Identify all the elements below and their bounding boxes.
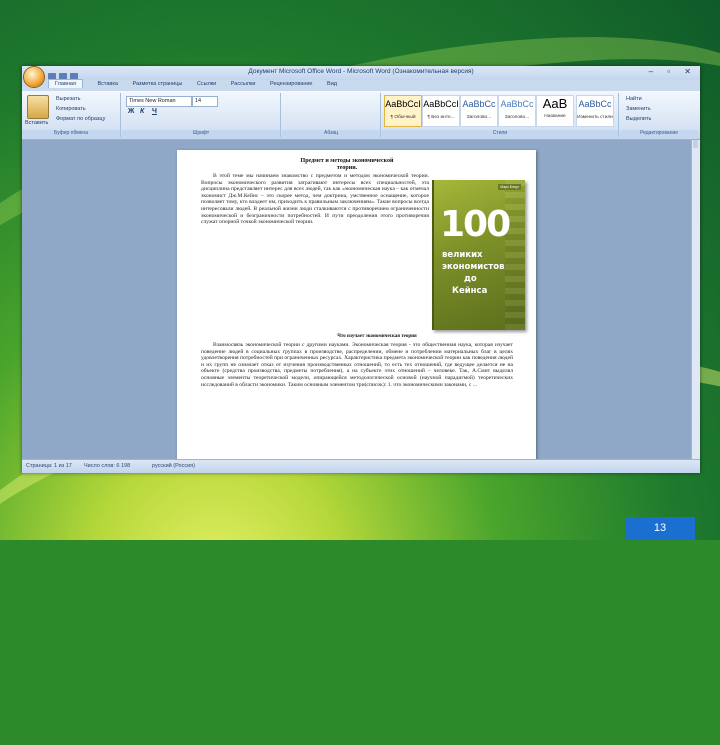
status-bar: Страница: 1 из 17 Число слов: 6 198 русс…	[22, 459, 700, 473]
styles-group-label: Стили	[382, 130, 618, 137]
book-title-line2: экономистов	[442, 262, 505, 272]
vertical-scrollbar[interactable]	[691, 140, 700, 460]
font-group: Times New Roman 14 Ж К Ч Шрифт	[122, 93, 281, 137]
ribbon: Вставить Вырезать Копировать Формат по о…	[22, 91, 700, 140]
editing-group: Найти Заменить Выделить Редактирование	[620, 93, 698, 137]
paragraph-1: В этой теме мы начинаем знакомство с пре…	[201, 173, 429, 226]
section-title-cont: теории.	[336, 165, 358, 171]
change-styles-button[interactable]: AaBbCc Изменить стили	[576, 95, 614, 127]
page-count[interactable]: Страница: 1 из 17	[26, 463, 72, 469]
paragraph-group-label: Абзац	[282, 130, 380, 137]
title-bar: Документ Microsoft Office Word - Microso…	[22, 66, 700, 81]
book-number: 100	[440, 204, 511, 245]
tab-insert[interactable]: Вставка	[97, 81, 117, 87]
book-title-line1: великих	[442, 250, 483, 260]
word-window: Документ Microsoft Office Word - Microso…	[22, 66, 700, 473]
window-controls[interactable]: – ▫ ✕	[649, 67, 697, 76]
font-group-label: Шрифт	[122, 130, 280, 137]
find-button[interactable]: Найти	[626, 96, 642, 102]
style-normal[interactable]: AaBbCcI ¶ Обычный	[384, 95, 422, 127]
window-title: Документ Microsoft Office Word - Microso…	[248, 68, 474, 75]
replace-button[interactable]: Заменить	[626, 106, 651, 112]
paragraph-group: Абзац	[282, 93, 381, 137]
style-name: Название	[544, 114, 566, 119]
slide-number: 13	[625, 517, 695, 540]
underline-button[interactable]: Ч	[152, 108, 157, 115]
styles-group: AaBbCcI ¶ Обычный AaBbCcI ¶ Без инте... Aa…	[382, 93, 619, 137]
style-heading-2[interactable]: AaBbCc Заголово...	[498, 95, 536, 127]
style-heading-1[interactable]: AaBbCc Заголово...	[460, 95, 498, 127]
subsection-title: Что изучает экономическая теория	[337, 334, 417, 339]
font-name-box[interactable]: Times New Roman	[126, 96, 192, 107]
paste-button[interactable]	[27, 95, 49, 119]
style-sample: AaBbCcI	[423, 99, 459, 109]
paste-label[interactable]: Вставить	[25, 120, 48, 126]
style-sample: AaBbCc	[500, 99, 534, 109]
clipboard-group-label: Буфер обмена	[22, 130, 120, 137]
cut-button[interactable]: Вырезать	[56, 96, 80, 102]
style-sample: AaBbCc	[578, 99, 612, 109]
book-texture	[505, 180, 525, 330]
tab-page-layout[interactable]: Разметка страницы	[132, 81, 182, 87]
style-sample: AaB	[542, 96, 568, 111]
tab-mailings[interactable]: Рассылки	[231, 81, 256, 87]
style-sample: AaBbCcI	[385, 99, 421, 109]
tab-references[interactable]: Ссылки	[197, 81, 216, 87]
style-name: Заголово...	[504, 115, 530, 120]
paragraph-2: Взаимосвязь экономической теории с други…	[201, 342, 513, 388]
style-name: ¶ Обычный	[390, 115, 416, 120]
ruler-toggle[interactable]	[693, 140, 698, 148]
style-name: Заголово...	[466, 115, 492, 120]
language-indicator[interactable]: русский (Россия)	[152, 463, 195, 469]
ribbon-tabs: Главная Вставка Разметка страницы Ссылки…	[48, 79, 350, 91]
style-title[interactable]: AaB Название	[536, 95, 574, 127]
office-button[interactable]	[24, 67, 44, 87]
font-size-box[interactable]: 14	[192, 96, 218, 107]
style-no-spacing[interactable]: AaBbCcI ¶ Без инте...	[422, 95, 460, 127]
style-name: ¶ Без инте...	[427, 115, 455, 120]
editing-group-label: Редактирование	[620, 130, 698, 137]
section-title: Предмет и методы экономической	[300, 158, 394, 164]
book-author: Марк Блауг	[498, 184, 521, 190]
tab-review[interactable]: Рецензирование	[270, 81, 312, 87]
select-button[interactable]: Выделить	[626, 116, 651, 122]
format-painter-button[interactable]: Формат по образцу	[56, 116, 105, 122]
book-title-line3: до	[464, 274, 477, 284]
style-sample: AaBbCc	[462, 99, 496, 109]
document-area[interactable]: Предмет и методы экономической теории. В…	[22, 140, 692, 460]
bold-button[interactable]: Ж	[128, 108, 134, 115]
book-cover-image: Марк Блауг 100 великих экономистов до Ке…	[432, 180, 525, 330]
tab-home[interactable]: Главная	[48, 79, 83, 88]
word-count[interactable]: Число слов: 6 198	[84, 463, 130, 469]
style-name: Изменить стили	[577, 115, 613, 120]
tab-view[interactable]: Вид	[327, 81, 337, 87]
copy-button[interactable]: Копировать	[56, 106, 86, 112]
document-page[interactable]: Предмет и методы экономической теории. В…	[177, 150, 536, 460]
clipboard-group: Вставить Вырезать Копировать Формат по о…	[22, 93, 121, 137]
italic-button[interactable]: К	[140, 108, 144, 115]
book-title-line4: Кейнса	[452, 286, 488, 296]
